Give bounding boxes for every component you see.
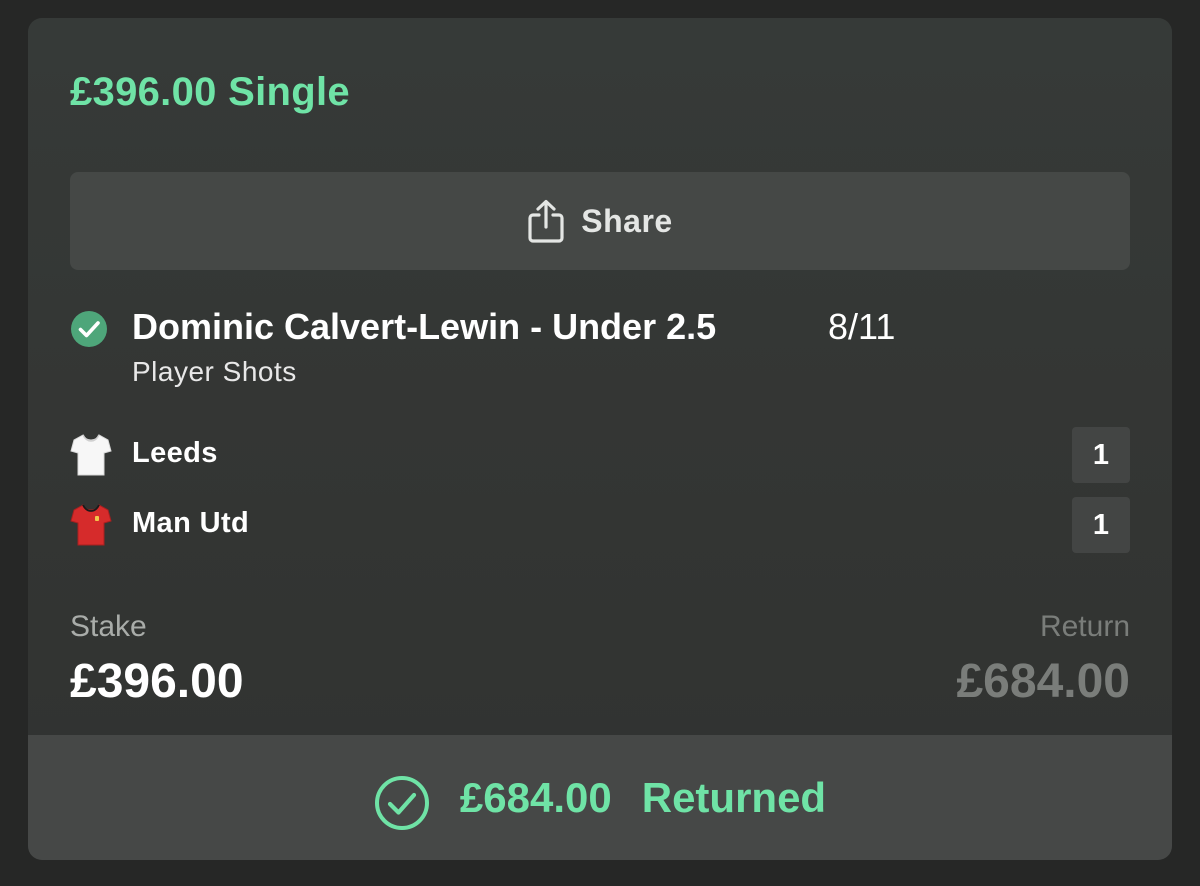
- selection-odds: 8/11: [828, 306, 896, 347]
- red-shirt-icon: [70, 504, 112, 546]
- stake-value: £396.00: [70, 655, 244, 708]
- team-row-leeds: Leeds 1: [70, 427, 1130, 483]
- check-circle-outline-icon: [374, 775, 429, 830]
- share-label: Share: [581, 202, 673, 239]
- returned-label: Returned: [641, 773, 827, 821]
- share-button[interactable]: Share: [70, 172, 1130, 270]
- team-score: 1: [1072, 427, 1130, 483]
- team-name: Leeds: [132, 437, 218, 469]
- returned-amount: £684.00: [459, 773, 612, 821]
- check-circle-icon: [71, 311, 107, 347]
- share-icon: [528, 199, 564, 243]
- selection-name: Dominic Calvert-Lewin - Under 2.5: [132, 306, 717, 347]
- team-row-man-utd: Man Utd 1: [70, 497, 1130, 553]
- returned-status-bar: £684.00 Returned: [28, 735, 1172, 860]
- return-label: Return: [1039, 610, 1130, 643]
- stake-label: Stake: [70, 610, 147, 643]
- market-name: Player Shots: [132, 356, 297, 387]
- bet-card: £396.00 Single Share Dominic Calvert-Lew…: [28, 18, 1172, 860]
- return-value: £684.00: [956, 655, 1130, 708]
- white-shirt-icon: [70, 434, 112, 476]
- team-name: Man Utd: [132, 507, 250, 539]
- team-score: 1: [1072, 497, 1130, 553]
- bet-title: £396.00 Single: [70, 70, 350, 114]
